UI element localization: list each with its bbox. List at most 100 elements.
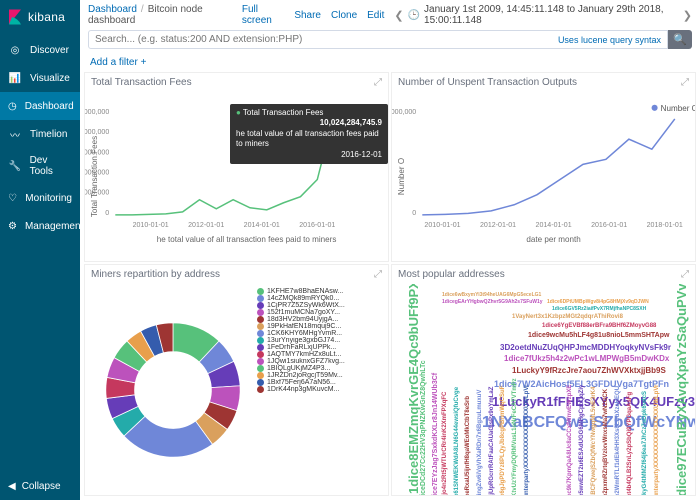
legend-item[interactable]: 1JQwi1siuknxGFZ7kvg...	[257, 358, 345, 365]
sidebar: kibana ◎Discover 📊Visualize ◷Dashboard 〰…	[0, 0, 80, 500]
cloud-word[interactable]: 1dice6wBxymYi3t94heUAG6MpG5eceLG1	[442, 292, 541, 298]
svg-text:Number Outputs: Number Outputs	[661, 104, 695, 113]
svg-text:2012-01-01: 2012-01-01	[480, 222, 516, 229]
panel-utxo: Number of Unspent Transaction Outputs ⤢ N…	[391, 72, 696, 262]
cloud-word[interactable]: 1dice61SNWEKWdA8LN6G44ewsiQfuCvge	[454, 387, 460, 495]
expand-icon[interactable]: ⤢	[681, 77, 689, 88]
clone-button[interactable]: Clone	[331, 10, 357, 21]
sidebar-item-discover[interactable]: ◎Discover	[0, 36, 80, 64]
panel-title: Total Transaction Fees	[91, 77, 192, 88]
cloud-word[interactable]: 1PJnjo4n2Rt5jWTUrCRr4inK2XmFPXqFC	[442, 392, 448, 495]
lucene-hint[interactable]: Uses lucene query syntax	[558, 35, 661, 45]
cloud-word[interactable]: 1dice9wcMu5hLF4g81u8nioL5mmSHTApw	[528, 332, 669, 339]
cloud-word[interactable]: 1dice2WmRTLf1dEk4HH3Xs8LDuXzaHEQU	[615, 386, 621, 495]
cloud-word[interactable]: 1dice7EYzJag7SxkdKXLr8Jn14WUb3Cf	[432, 373, 439, 495]
logo-text: kibana	[28, 10, 65, 24]
miners-donut	[93, 310, 253, 470]
legend-item[interactable]: 1JRZDn2joRgcjT59Mv...	[257, 372, 345, 379]
legend-item[interactable]: 1BIQLgUKjMZ4P3...	[257, 365, 345, 372]
chevron-left-icon[interactable]: ❮	[394, 9, 403, 22]
sidebar-item-management[interactable]: ⚙Management	[0, 212, 80, 240]
legend-item[interactable]: 18d3HV2bm94UyjgA...	[257, 316, 345, 323]
svg-text:2,000,000,000: 2,000,000,000	[85, 190, 109, 197]
sidebar-item-timelion[interactable]: 〰Timelion	[0, 120, 80, 148]
chevron-right-icon[interactable]: ❯	[683, 9, 692, 22]
legend-item[interactable]: 13urYnyige3gxbGJ74...	[257, 337, 345, 344]
cloud-word[interactable]: 1HckjUpRGcrrRAtFaaCAUaGjsPx9oYmLaZ	[489, 387, 495, 495]
cloud-word[interactable]: 1diceDCd27Cc22HV3qPNZKwGnZ8QwhLTc	[420, 360, 427, 495]
legend-item[interactable]: 19PkHafEN18mquj9C...	[257, 323, 345, 330]
legend-item[interactable]: 1AQTMY7kmHZx8uLt...	[257, 351, 345, 358]
cloud-word[interactable]: 1dice2pxmRZrtqBVzixvWnxsMa7wN2GCK	[603, 389, 609, 495]
cloud-word[interactable]: 1dice6YgEVBf88erBFra9BHf6ZMoyvG88	[542, 323, 656, 329]
legend-item[interactable]: 14cZMQk89mRYQk0...	[257, 295, 345, 302]
legend-item[interactable]: 1DrK44np3gMKuvcM...	[257, 386, 345, 393]
search-input[interactable]	[95, 34, 552, 45]
legend-item[interactable]: 1CjPR7Z5ZSyWk6WtX...	[257, 302, 345, 309]
cloud-word[interactable]: 1NxaBCFQwejSZbQfWcYNwgqML5wE3rK4	[591, 387, 597, 495]
svg-text:2014-01-01: 2014-01-01	[536, 222, 572, 229]
svg-text:2010-01-01: 2010-01-01	[424, 222, 460, 229]
cloud-word[interactable]: 1dice6GV5Rz2iaifPvX7RMjfhaNPC8SXH	[552, 306, 646, 312]
breadcrumb: Dashboard/Bitcoin node dashboard	[88, 4, 236, 26]
cloud-word[interactable]: 1LuckyY9fRzcJre7aou7ZhWVXktxjjBb9S	[512, 366, 666, 375]
svg-text:6,000,000,000: 6,000,000,000	[85, 149, 109, 156]
chevron-left-icon: ◀	[8, 481, 16, 492]
collapse-button[interactable]: ◀Collapse	[0, 473, 80, 500]
legend-item[interactable]: 1Bxf75Ferj6A7aN56...	[257, 379, 345, 386]
cloud-word[interactable]: 1dicec9k7KpmQaA8Uc8aCCxfWnwEWzpXE	[567, 385, 573, 495]
cloud-word[interactable]: 1dicegEArYHgbwQZhvr5G9Ah2s7SFuW1y	[442, 299, 543, 305]
svg-text:2014-01-01: 2014-01-01	[244, 222, 280, 229]
svg-text:2010-01-01: 2010-01-01	[133, 222, 169, 229]
add-filter-button[interactable]: Add a filter +	[80, 53, 700, 72]
panel-title: Miners repartition by address	[91, 269, 220, 280]
legend-item[interactable]: 1FeDrhFaRLxjUPPk...	[257, 344, 345, 351]
search-button[interactable]: 🔍	[668, 30, 692, 49]
timelion-icon: 〰	[8, 127, 22, 141]
time-picker[interactable]: ❮🕒January 1st 2009, 14:45:11.148 to Janu…	[394, 4, 692, 26]
cloud-word[interactable]: 1VayNert3x1KzbpzMGt2qdqrAThiRovi8	[512, 314, 623, 320]
edit-button[interactable]: Edit	[367, 10, 384, 21]
cloud-word[interactable]: 1MgKtvUzYFmyDQRMVusL1oNrFeCATVTmPz	[512, 378, 518, 495]
expand-icon[interactable]: ⤢	[374, 269, 382, 280]
sidebar-item-devtools[interactable]: 🔧Dev Tools	[0, 148, 80, 184]
svg-text:2012-01-01: 2012-01-01	[188, 222, 224, 229]
cloud-word[interactable]: 3D2oetdNuZUqQHPJmcMDDHYoqkyNVsFk9r	[500, 343, 671, 352]
svg-text:20,000,000: 20,000,000	[392, 109, 416, 116]
cloud-word[interactable]: 1CounterpartyXXXXXXXXXXXXXXXUWLpVr	[654, 385, 660, 495]
breadcrumb-root[interactable]: Dashboard	[88, 4, 137, 15]
cloud-word[interactable]: 1dicet4b4QLB2SnLy2pSbQi9YPGqaAsFg	[627, 392, 633, 495]
legend-item[interactable]: 1KFHE7w8BhaENAsw...	[257, 288, 345, 295]
chart-icon: 📊	[8, 71, 22, 85]
svg-text:he total value of all transact: he total value of all transaction fees p…	[157, 235, 337, 244]
search-box[interactable]: Uses lucene query syntax	[88, 30, 668, 49]
share-button[interactable]: Share	[294, 10, 321, 21]
fullscreen-button[interactable]: Full screen	[242, 4, 284, 26]
cloud-word[interactable]: 1dice97ECuByXAvqXpaYzSaQuPVvrtmz6	[674, 284, 689, 495]
cloud-word[interactable]: 1dice8EMZmqKvrGE4Qc9bUFf9PX3xaYDp	[406, 284, 421, 494]
cloud-word[interactable]: 1dice6DPtUMBpWgv8i4pG8HMjXv9qDJWN	[547, 299, 649, 305]
panel-title: Number of Unspent Transaction Outputs	[398, 77, 577, 88]
cloud-word[interactable]: 1CounterpartyXXXXXXXXXXXXXXXUWLpVr	[524, 385, 530, 495]
cloud-word[interactable]: 1diceeRxaU5ijnfH8qaWEoMkCtbT8eSrb	[465, 396, 471, 495]
cloud-word[interactable]: 1LuckyG4tMMZf64j6ea7JhCz7sDpk6vdcS	[642, 391, 648, 495]
compass-icon: ◎	[8, 43, 22, 57]
word-cloud: 1NXaBCFQwejSZbQfWcYNwgqML5wE3rK41LuckyR1…	[392, 284, 695, 495]
svg-text:10,000,000,000: 10,000,000,000	[85, 109, 109, 116]
svg-text:0: 0	[412, 210, 416, 217]
cloud-word[interactable]: 1dice6gJgPDYz8PLQyJb8cgPBnmWqCSuF	[500, 386, 506, 495]
main: Dashboard/Bitcoin node dashboard Full sc…	[80, 0, 700, 500]
sidebar-item-dashboard[interactable]: ◷Dashboard	[0, 92, 80, 120]
donut-legend: 1KFHE7w8BhaENAsw...14cZMQk89mRYQk0...1Cj…	[253, 284, 349, 495]
legend-item[interactable]: 1CK6KHY6MHgYvmR...	[257, 330, 345, 337]
sidebar-item-monitoring[interactable]: ♡Monitoring	[0, 184, 80, 212]
cloud-word[interactable]: 1dice7fUkz5h4z2wPc1wLMPWgB5mDwKDx	[504, 354, 669, 363]
cloud-word[interactable]: 1MiningZw6iVgVhXaRDn7x6BgzuLmuxuV	[477, 390, 483, 495]
cloud-word[interactable]: 1dice5wwEZT2u6ESAdUGG6MHgCpbQqZiy	[579, 385, 585, 495]
expand-icon[interactable]: ⤢	[374, 77, 382, 88]
legend-item[interactable]: 152f1muMCNa7goXY...	[257, 309, 345, 316]
expand-icon[interactable]: ⤢	[681, 269, 689, 280]
svg-text:Number O: Number O	[397, 158, 406, 195]
logo[interactable]: kibana	[0, 0, 80, 36]
sidebar-item-visualize[interactable]: 📊Visualize	[0, 64, 80, 92]
